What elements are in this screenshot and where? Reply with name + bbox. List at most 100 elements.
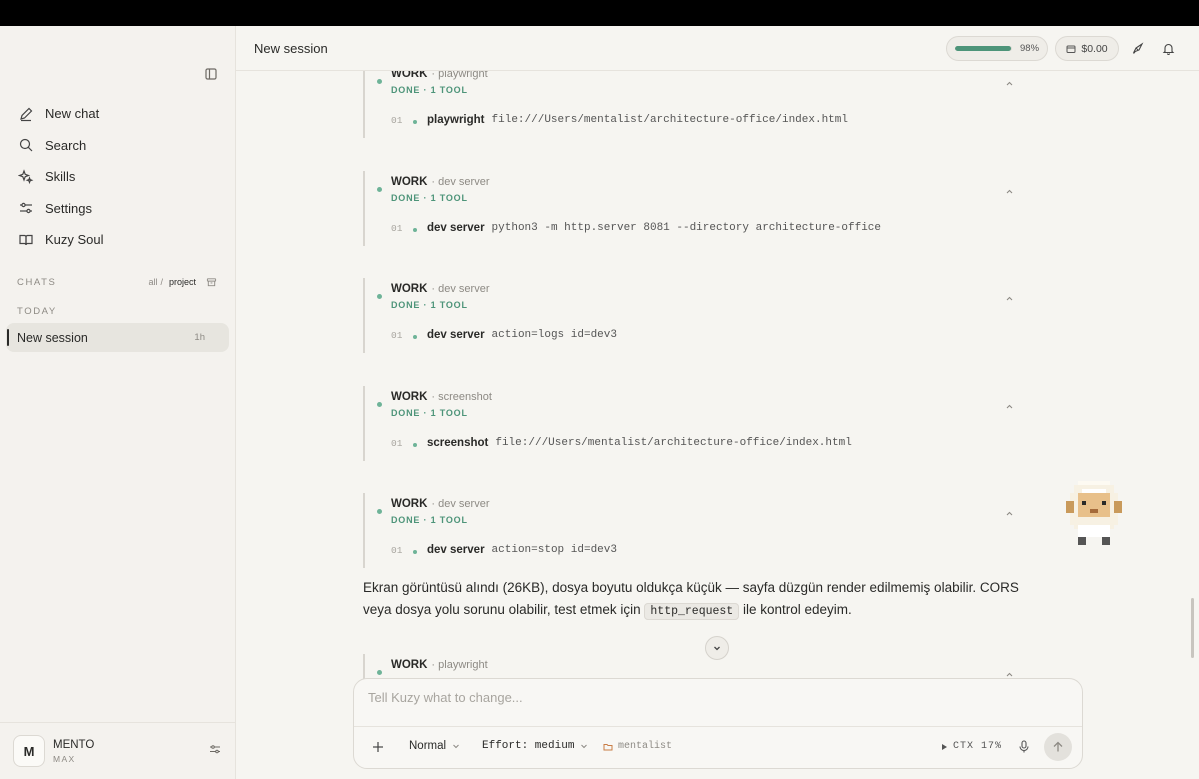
tool-number: 01 [391, 329, 403, 341]
usage-track [955, 46, 1012, 51]
usage-percent: 98% [1020, 43, 1040, 54]
pencil-icon [20, 107, 33, 121]
nav-label: Skills [45, 169, 76, 185]
sidebar-nav: New chat Search Skills Settings Kuzy Sou… [10, 98, 226, 256]
chevron-down-icon [581, 744, 588, 749]
composer: Normal Effort: medium mentalist CTX 17% [353, 678, 1083, 769]
work-label: WORK [391, 498, 428, 510]
work-label: WORK [391, 283, 428, 295]
send-button[interactable] [1044, 733, 1072, 761]
mode-selector[interactable]: Normal [409, 740, 460, 752]
wallet-icon [1066, 45, 1076, 53]
session-time: 1h [194, 332, 205, 343]
microphone-icon[interactable] [1018, 740, 1030, 753]
nav-settings[interactable]: Settings [10, 193, 226, 225]
folder-icon [603, 743, 613, 750]
work-label: WORK [391, 176, 428, 188]
composer-toolbar: Normal Effort: medium mentalist CTX 17% [354, 727, 1082, 769]
tool-dot [413, 228, 417, 232]
arrow-up-icon [1053, 741, 1063, 752]
user-plan: MAX [53, 753, 76, 764]
tool-number: 01 [391, 544, 403, 556]
filter-all[interactable]: all [148, 277, 157, 287]
work-block[interactable]: WORK · dev server DONE · 1 TOOL 01 dev se… [363, 493, 1023, 568]
sparkle-icon [18, 168, 34, 184]
chevron-up-icon[interactable] [1005, 294, 1014, 303]
avatar[interactable]: M [13, 735, 45, 767]
bell-icon[interactable] [1162, 42, 1175, 55]
rocket-icon[interactable] [1131, 42, 1144, 55]
chevron-up-icon[interactable] [1005, 509, 1014, 518]
status-dot [377, 509, 382, 514]
nav-new-chat[interactable]: New chat [10, 98, 226, 130]
sheep-mascot-icon[interactable] [1062, 477, 1126, 549]
work-title: WORK · dev server [391, 498, 490, 510]
chevron-up-icon[interactable] [1005, 187, 1014, 196]
chevron-down-icon [714, 646, 720, 651]
nav-search[interactable]: Search [10, 130, 226, 162]
work-status: DONE · 1 TOOL [391, 515, 468, 525]
work-status: DONE · 1 TOOL [391, 85, 468, 95]
play-icon [942, 743, 947, 750]
session-item[interactable]: New session 1h [6, 323, 229, 352]
assistant-message: Ekran görüntüsü alındı (26KB), dosya boy… [363, 577, 1023, 623]
status-dot [377, 79, 382, 84]
work-status: DONE · 1 TOOL [391, 193, 468, 203]
work-block[interactable]: WORK · screenshot DONE · 1 TOOL 01 screen… [363, 386, 1023, 461]
user-settings-icon[interactable] [209, 743, 221, 755]
filter-project[interactable]: project [169, 277, 196, 287]
tool-dot [413, 335, 417, 339]
nav-label: Search [45, 137, 87, 153]
work-subtitle: · dev server [431, 498, 490, 510]
status-dot [377, 294, 382, 299]
status-dot [377, 402, 382, 407]
tool-row[interactable]: 01 dev server action=logs id=dev3 [391, 329, 617, 341]
cost-badge[interactable]: $0.00 [1055, 36, 1119, 61]
chevron-up-icon[interactable] [1005, 402, 1014, 411]
tool-args: action=logs id=dev3 [491, 329, 617, 341]
nav-label: Kuzy Soul [45, 232, 104, 248]
nav-label: Settings [45, 200, 92, 216]
archive-icon[interactable] [206, 277, 217, 288]
work-title: WORK · playwright [391, 71, 488, 80]
effort-selector[interactable]: Effort: medium [482, 740, 588, 752]
work-subtitle: · playwright [431, 659, 488, 671]
plus-icon[interactable] [372, 741, 384, 753]
work-title: WORK · playwright [391, 659, 488, 671]
chevron-up-icon[interactable] [1005, 79, 1014, 88]
work-block[interactable]: WORK · dev server DONE · 1 TOOL 01 dev se… [363, 278, 1023, 353]
nav-skills[interactable]: Skills [10, 161, 226, 193]
work-label: WORK [391, 391, 428, 403]
sidebar-collapse-icon[interactable] [203, 66, 219, 82]
tool-row[interactable]: 01 dev server python3 -m http.server 808… [391, 222, 881, 234]
tool-row[interactable]: 01 dev server action=stop id=dev3 [391, 544, 617, 556]
tool-args: action=stop id=dev3 [491, 544, 617, 556]
project-folder[interactable]: mentalist [603, 741, 672, 752]
search-icon [19, 139, 33, 152]
work-block[interactable]: WORK · playwright DONE · 1 TOOL 01 playwr… [363, 71, 1023, 138]
work-subtitle: · dev server [431, 283, 490, 295]
nav-kuzy-soul[interactable]: Kuzy Soul [10, 224, 226, 256]
status-dot [377, 187, 382, 192]
top-header: New session 98% $0.00 [236, 26, 1199, 71]
session-title: New session [17, 330, 88, 345]
tool-name: dev server [427, 222, 485, 234]
work-block[interactable]: WORK · dev server DONE · 1 TOOL 01 dev se… [363, 171, 1023, 246]
inline-code: http_request [644, 603, 740, 620]
tool-number: 01 [391, 437, 403, 449]
tool-name: screenshot [427, 437, 489, 449]
work-subtitle: · screenshot [431, 391, 492, 403]
context-value: CTX 17% [953, 741, 1003, 752]
sidebar: New chat Search Skills Settings Kuzy Sou… [0, 26, 236, 779]
scrollbar[interactable] [1191, 598, 1194, 658]
message-input[interactable] [368, 690, 1068, 705]
cost-value: $0.00 [1081, 42, 1108, 55]
tool-row[interactable]: 01 screenshot file:///Users/mentalist/ar… [391, 437, 852, 449]
work-status: DONE · 1 TOOL [391, 408, 468, 418]
status-dot [377, 670, 382, 675]
tool-row[interactable]: 01 playwright file:///Users/mentalist/ar… [391, 114, 848, 126]
today-label: TODAY [17, 306, 57, 317]
usage-meter[interactable]: 98% [946, 36, 1048, 61]
book-icon [19, 234, 33, 245]
effort-value: Effort: medium [482, 740, 575, 752]
